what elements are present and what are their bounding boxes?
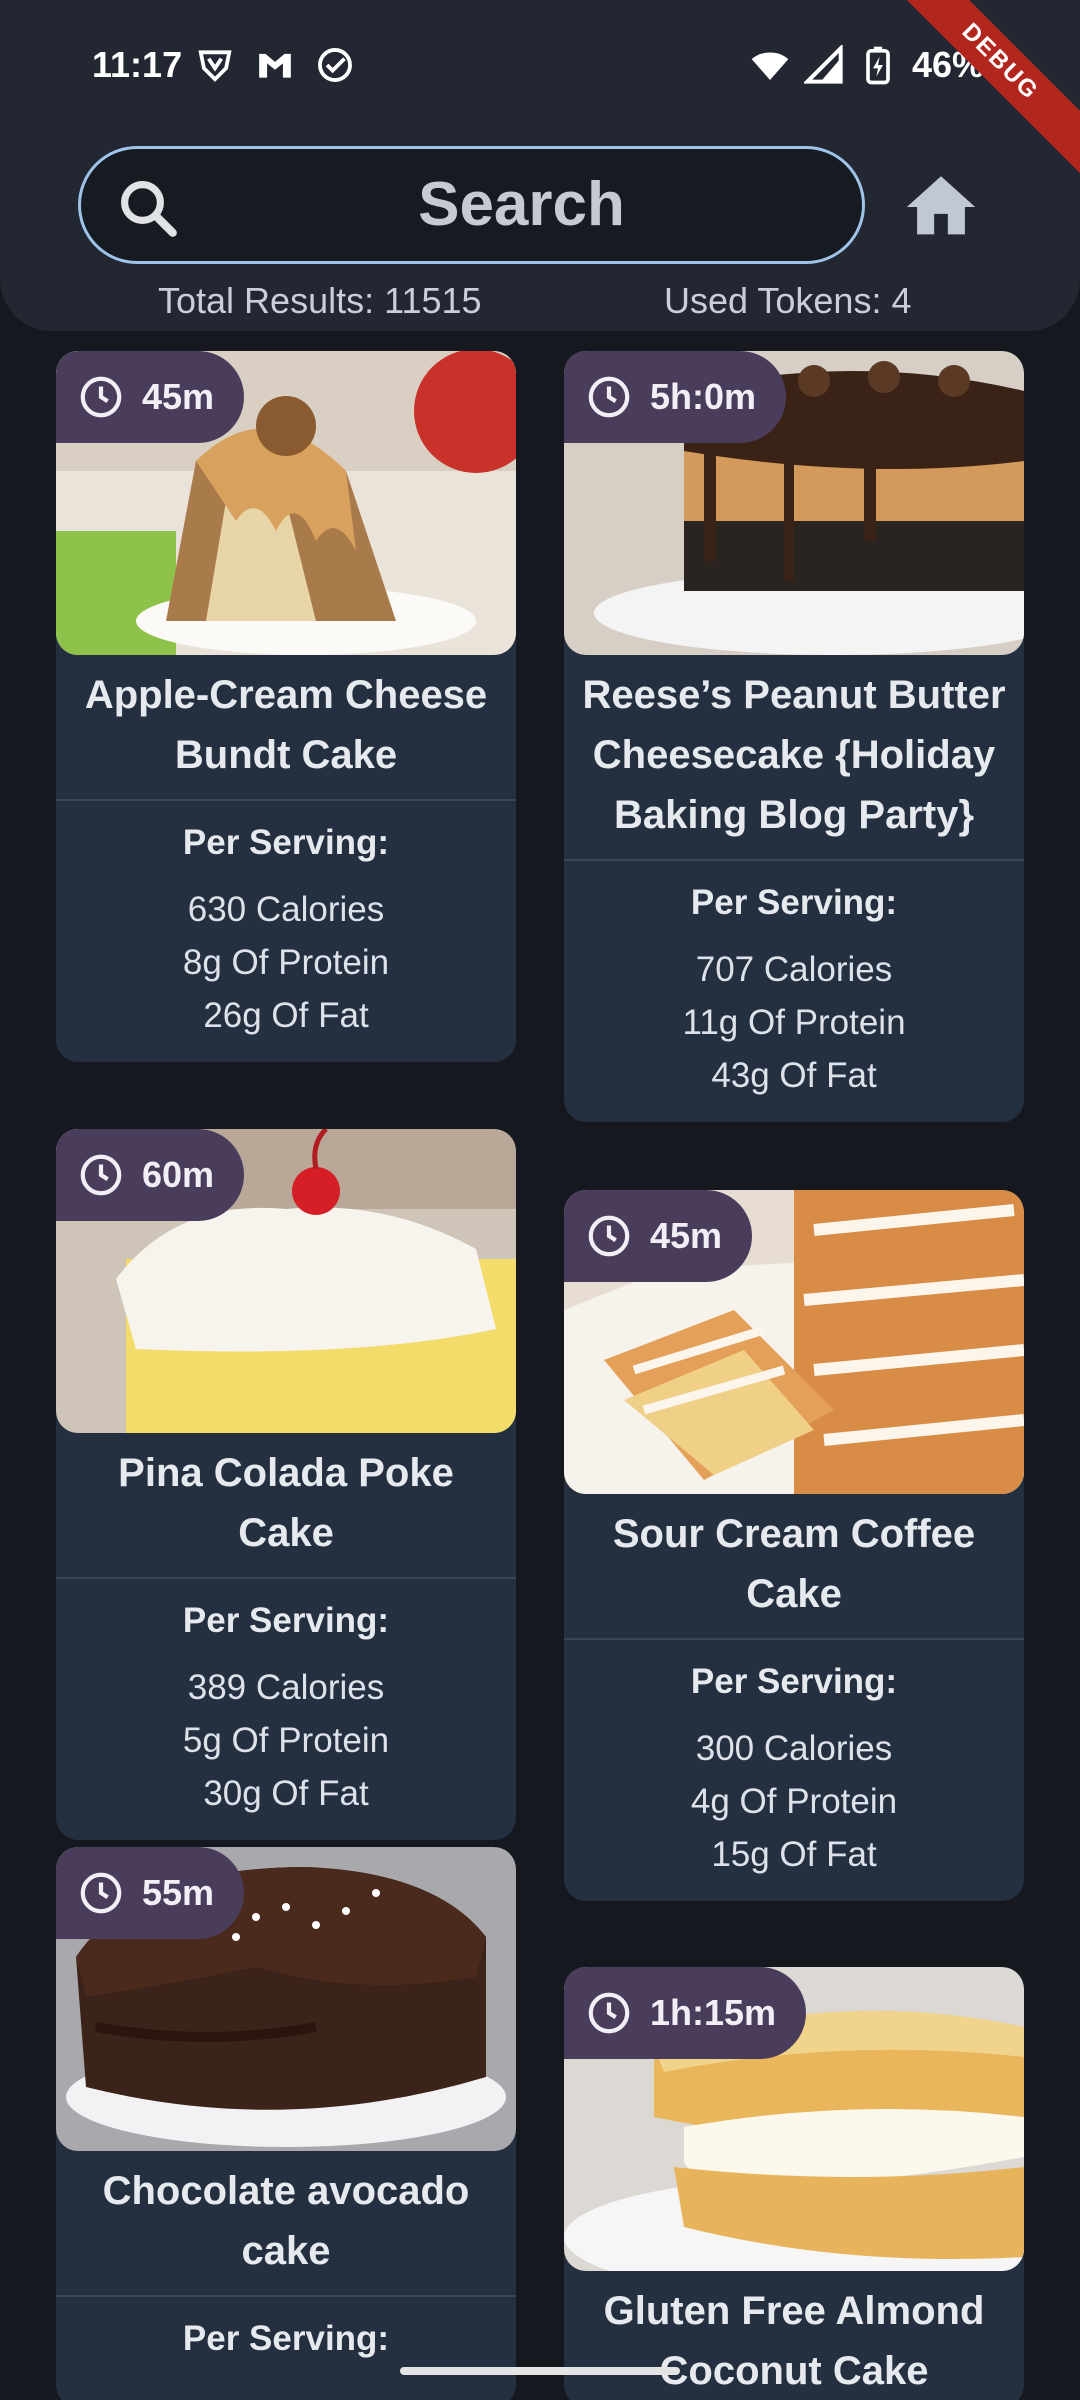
recipe-title: Reese’s Peanut Butter Cheesecake {Holida… bbox=[582, 673, 1006, 837]
clock-icon bbox=[588, 1992, 630, 2034]
recipe-image: 45m bbox=[564, 1190, 1024, 1494]
recipe-title: Apple-Cream Cheese Bundt Cake bbox=[84, 673, 488, 777]
clock-icon bbox=[588, 1215, 630, 1257]
status-bar: 11:17 46% bbox=[0, 0, 1080, 135]
protein: 8g Of Protein bbox=[182, 943, 390, 982]
clock-icon bbox=[588, 376, 630, 418]
total-results: Total Results: 11515 bbox=[158, 280, 482, 321]
recipe-card[interactable]: 55m Chocolate avocado cake Per Serving: bbox=[56, 1847, 516, 2400]
results-summary: Total Results: 11515 Used Tokens: 4 bbox=[0, 280, 1080, 330]
home-icon[interactable] bbox=[900, 166, 982, 248]
calories: 389 Calories bbox=[187, 1668, 385, 1707]
recipe-image: 45m bbox=[56, 351, 516, 655]
cook-time-badge: 60m bbox=[56, 1129, 245, 1221]
check-circle-icon bbox=[318, 48, 352, 82]
gesture-nav-handle[interactable] bbox=[400, 2367, 680, 2375]
per-serving-label: Per Serving: bbox=[690, 1662, 898, 1701]
clock-icon bbox=[80, 1872, 122, 1914]
cook-time: 1h:15m bbox=[650, 1992, 777, 2033]
calories: 300 Calories bbox=[695, 1729, 893, 1768]
nutrition-info: Per Serving: bbox=[56, 2297, 516, 2399]
recipe-card[interactable]: 5h:0m Reese’s Peanut Butter Cheesecake {… bbox=[564, 351, 1024, 1122]
recipe-image: 55m bbox=[56, 1847, 516, 2151]
fat: 30g Of Fat bbox=[203, 1774, 369, 1813]
nutrition-info: Per Serving: 300 Calories 4g Of Protein … bbox=[564, 1640, 1024, 1901]
clock-icon bbox=[80, 376, 122, 418]
cook-time: 5h:0m bbox=[650, 376, 757, 417]
calories: 630 Calories bbox=[187, 890, 385, 929]
protein: 4g Of Protein bbox=[690, 1782, 898, 1821]
nutrition-info: Per Serving: 389 Calories 5g Of Protein … bbox=[56, 1579, 516, 1840]
cook-time: 45m bbox=[650, 1215, 723, 1256]
battery-charging-icon bbox=[866, 46, 890, 85]
fat: 26g Of Fat bbox=[203, 996, 369, 1035]
status-time: 11:17 bbox=[92, 44, 183, 85]
recipe-image: 60m bbox=[56, 1129, 516, 1433]
search-input[interactable]: Search bbox=[78, 146, 865, 264]
app-header: 11:17 46% Search Total Results: 11515 Us… bbox=[0, 0, 1080, 331]
recipe-image: 5h:0m bbox=[564, 351, 1024, 655]
recipe-title: Sour Cream Coffee Cake bbox=[612, 1512, 976, 1616]
recipe-title: Chocolate avocado cake bbox=[102, 2169, 470, 2273]
cook-time-badge: 55m bbox=[56, 1847, 245, 1939]
nutrition-info: Per Serving: 707 Calories 11g Of Protein… bbox=[564, 861, 1024, 1122]
system-icons: 46% bbox=[750, 44, 984, 86]
search-icon bbox=[121, 181, 177, 237]
recipe-title: Pina Colada Poke Cake bbox=[118, 1451, 454, 1555]
protein: 5g Of Protein bbox=[182, 1721, 390, 1760]
wifi-icon bbox=[751, 52, 789, 80]
recipe-image: 1h:15m bbox=[564, 1967, 1024, 2271]
gmail-icon bbox=[259, 53, 291, 78]
recipe-card[interactable]: 45m Apple-Cream Cheese Bundt Cake Per Se… bbox=[56, 351, 516, 1062]
recipe-card[interactable]: 1h:15m Gluten Free Almond Coconut Cake bbox=[564, 1967, 1024, 2400]
recipe-card[interactable]: 60m Pina Colada Poke Cake Per Serving: 3… bbox=[56, 1129, 516, 1840]
per-serving-label: Per Serving: bbox=[690, 883, 898, 922]
cook-time-badge: 1h:15m bbox=[564, 1967, 807, 2059]
cook-time-badge: 45m bbox=[56, 351, 245, 443]
cook-time-badge: 5h:0m bbox=[564, 351, 787, 443]
cook-time-badge: 45m bbox=[564, 1190, 753, 1282]
nutrition-info: Per Serving: 630 Calories 8g Of Protein … bbox=[56, 801, 516, 1062]
protein: 11g Of Protein bbox=[682, 1003, 906, 1042]
per-serving-label: Per Serving: bbox=[182, 2319, 390, 2358]
fat: 15g Of Fat bbox=[711, 1835, 877, 1874]
cook-time: 60m bbox=[142, 1154, 215, 1195]
recipe-title: Gluten Free Almond Coconut Cake bbox=[603, 2289, 985, 2393]
cook-time: 55m bbox=[142, 1872, 215, 1913]
calories: 707 Calories bbox=[695, 950, 893, 989]
per-serving-label: Per Serving: bbox=[182, 1601, 390, 1640]
search-placeholder: Search bbox=[418, 170, 625, 239]
per-serving-label: Per Serving: bbox=[182, 823, 390, 862]
cook-time: 45m bbox=[142, 376, 215, 417]
recipe-card[interactable]: 45m Sour Cream Coffee Cake Per Serving: … bbox=[564, 1190, 1024, 1901]
notification-icons bbox=[196, 46, 354, 84]
signal-icon bbox=[803, 45, 843, 84]
used-tokens: Used Tokens: 4 bbox=[664, 280, 912, 321]
shield-v-icon bbox=[198, 50, 232, 82]
fat: 43g Of Fat bbox=[711, 1056, 877, 1095]
clock-icon bbox=[80, 1154, 122, 1196]
